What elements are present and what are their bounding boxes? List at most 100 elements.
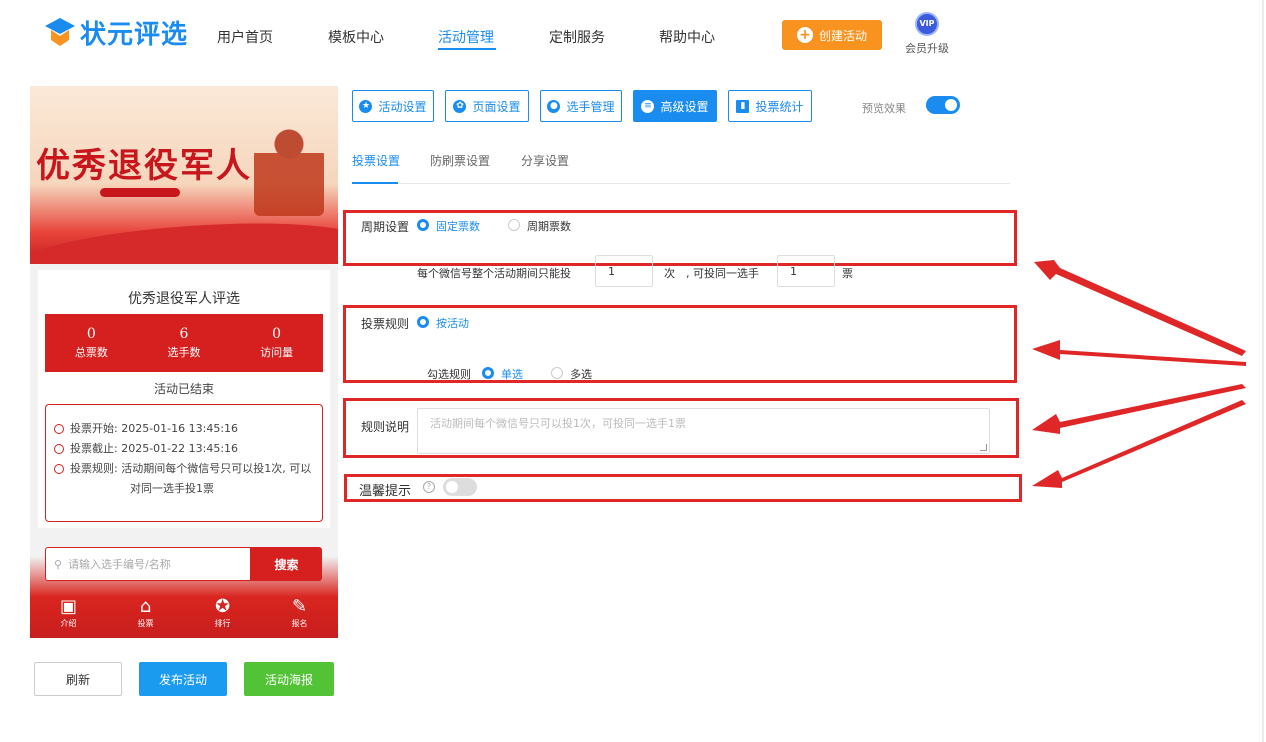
player-management-button[interactable]: ● 选手管理 <box>540 90 622 122</box>
search-input[interactable]: ⚲ 请输入选手编号/名称 <box>45 547 251 581</box>
rule-description-placeholder: 活动期间每个微信号只可以投1次，可投同一选手1票 <box>430 417 686 430</box>
start-time-text: 投票开始: 2025-01-16 13:45:16 <box>70 422 239 435</box>
tab-ranking[interactable]: ✪ 排行 <box>193 596 253 638</box>
search-icon: ⚲ <box>54 557 63 571</box>
button-label: 投票统计 <box>755 99 804 114</box>
vote-rule-continued: 对同一选手投1票 <box>130 482 214 495</box>
times-unit: 次 <box>664 267 675 280</box>
search-button[interactable]: 搜索 <box>251 547 322 581</box>
logo[interactable]: 状元评选 <box>44 14 188 51</box>
activity-info-card: 优秀退役军人评选 0 总票数 6 选手数 0 访问量 活动已结束 投票开始: 2… <box>38 270 330 528</box>
banner-wave <box>30 213 338 264</box>
resize-handle-icon[interactable] <box>980 444 987 451</box>
button-label: 高级设置 <box>660 99 709 114</box>
arrow-description <box>1032 384 1246 434</box>
vote-statistics-button[interactable]: ▮ 投票统计 <box>728 90 812 122</box>
poster-button[interactable]: 活动海报 <box>244 662 334 696</box>
tab-vote[interactable]: ⌂ 投票 <box>116 596 176 638</box>
by-activity-label: 按活动 <box>436 317 469 330</box>
button-label: 页面设置 <box>472 99 521 114</box>
banner-subtitle-pill <box>100 188 180 197</box>
multi-select-label: 多选 <box>570 368 592 381</box>
refresh-button[interactable]: 刷新 <box>34 662 122 696</box>
create-activity-button[interactable]: + 创建活动 <box>782 20 882 50</box>
warm-tip-label: 温馨提示 <box>359 484 412 499</box>
annotation-arrows <box>1032 260 1246 488</box>
clock-icon <box>54 444 64 454</box>
vote-rule: 投票规则: 活动期间每个微信号只可以投1次, 可以 <box>54 459 314 479</box>
votes-unit: 票 <box>842 267 853 280</box>
rule-description-label: 规则说明 <box>361 420 410 434</box>
radio-multi-select[interactable] <box>551 367 563 379</box>
stat-visits: 0 访问量 <box>260 326 293 360</box>
rule-description-textarea[interactable]: 活动期间每个微信号只可以投1次，可投同一选手1票 <box>417 408 990 454</box>
radio-fixed-votes[interactable] <box>417 219 429 231</box>
home-icon: ⌂ <box>139 596 152 617</box>
preview-effect-toggle[interactable] <box>926 96 960 114</box>
banner-image: 优秀退役军人 <box>30 86 338 264</box>
radio-periodic-votes[interactable] <box>508 219 520 231</box>
stat-label: 访问量 <box>260 346 294 359</box>
nav-template-center[interactable]: 模板中心 <box>328 27 384 47</box>
radio-by-activity[interactable] <box>417 316 429 328</box>
star-icon: ★ <box>359 99 373 113</box>
button-label: 活动设置 <box>378 99 427 114</box>
periodic-votes-label: 周期票数 <box>527 220 571 233</box>
stat-players: 6 选手数 <box>167 326 200 360</box>
search-placeholder: 请输入选手编号/名称 <box>68 558 171 571</box>
nav-user-home[interactable]: 用户首页 <box>217 27 273 47</box>
per-wechat-text: 每个微信号整个活动期间只能投 <box>417 267 571 280</box>
banner-title: 优秀退役军人 <box>36 146 252 186</box>
stat-label: 总票数 <box>74 346 108 359</box>
publish-button[interactable]: 发布活动 <box>139 662 227 696</box>
arrow-warm-tip <box>1032 400 1246 488</box>
nav-help-center[interactable]: 帮助中心 <box>659 27 715 47</box>
radio-single-select[interactable] <box>482 367 494 379</box>
tab-label: 投票 <box>137 619 154 628</box>
button-label: 选手管理 <box>566 99 615 114</box>
advanced-settings-button[interactable]: ≡ 高级设置 <box>633 90 717 122</box>
nav-custom-service[interactable]: 定制服务 <box>549 27 605 47</box>
tab-vote-settings[interactable]: 投票设置 <box>352 152 400 169</box>
help-icon[interactable]: ? <box>423 481 435 493</box>
mobile-preview: 优秀退役军人 优秀退役军人评选 0 总票数 6 选手数 0 访问量 活动已结束 … <box>30 86 338 638</box>
plus-icon: + <box>796 27 813 43</box>
activity-details: 投票开始: 2025-01-16 13:45:16 投票截止: 2025-01-… <box>45 404 323 522</box>
info-icon <box>54 464 64 474</box>
arrow-vote-rule <box>1032 340 1246 366</box>
vote-rule-text: 投票规则: 活动期间每个微信号只可以投1次, 可以 <box>70 462 312 475</box>
activity-title: 优秀退役军人评选 <box>128 291 240 307</box>
tab-label: 排行 <box>214 619 231 628</box>
book-icon: ▣ <box>59 596 77 617</box>
stat-value: 0 <box>272 326 282 342</box>
vote-rule-label: 投票规则 <box>361 317 410 331</box>
votes-input[interactable]: 1 <box>777 255 835 287</box>
graduation-cap-icon <box>45 17 75 46</box>
start-time: 投票开始: 2025-01-16 13:45:16 <box>54 419 314 439</box>
vip-icon: VIP <box>915 12 939 36</box>
activity-settings-button[interactable]: ★ 活动设置 <box>352 90 434 122</box>
tab-signup[interactable]: ✎ 报名 <box>270 596 330 638</box>
subtab-divider <box>352 183 1010 184</box>
end-time: 投票截止: 2025-01-22 13:45:16 <box>54 439 314 459</box>
nav-activity-management[interactable]: 活动管理 <box>438 27 494 47</box>
warm-tip-toggle[interactable] <box>443 478 477 496</box>
search-area: ⚲ 请输入选手编号/名称 搜索 ▣ 介绍 ⌂ 投票 ✪ 排行 ✎ 报名 <box>30 536 338 638</box>
tab-intro[interactable]: ▣ 介绍 <box>39 596 99 638</box>
fixed-votes-label: 固定票数 <box>436 220 480 233</box>
stat-value: 0 <box>86 326 96 342</box>
users-icon: ● <box>547 99 561 113</box>
bar-chart-icon: ▮ <box>736 99 750 113</box>
vip-label: 会员升级 <box>905 42 949 55</box>
vip-upgrade[interactable]: VIP 会员升级 <box>902 12 952 56</box>
times-input[interactable]: 1 <box>595 255 653 287</box>
logo-text: 状元评选 <box>80 20 189 50</box>
vertical-scrollbar[interactable] <box>1262 0 1264 742</box>
single-select-label: 单选 <box>501 368 523 381</box>
tab-share-settings[interactable]: 分享设置 <box>521 152 569 169</box>
activity-status: 活动已结束 <box>153 382 214 396</box>
page-settings-button[interactable]: ✿ 页面设置 <box>445 90 529 122</box>
stat-value: 6 <box>179 326 189 342</box>
tab-anti-fraud-settings[interactable]: 防刷票设置 <box>430 152 490 169</box>
mobile-bottom-tabs: ▣ 介绍 ⌂ 投票 ✪ 排行 ✎ 报名 <box>30 596 338 638</box>
